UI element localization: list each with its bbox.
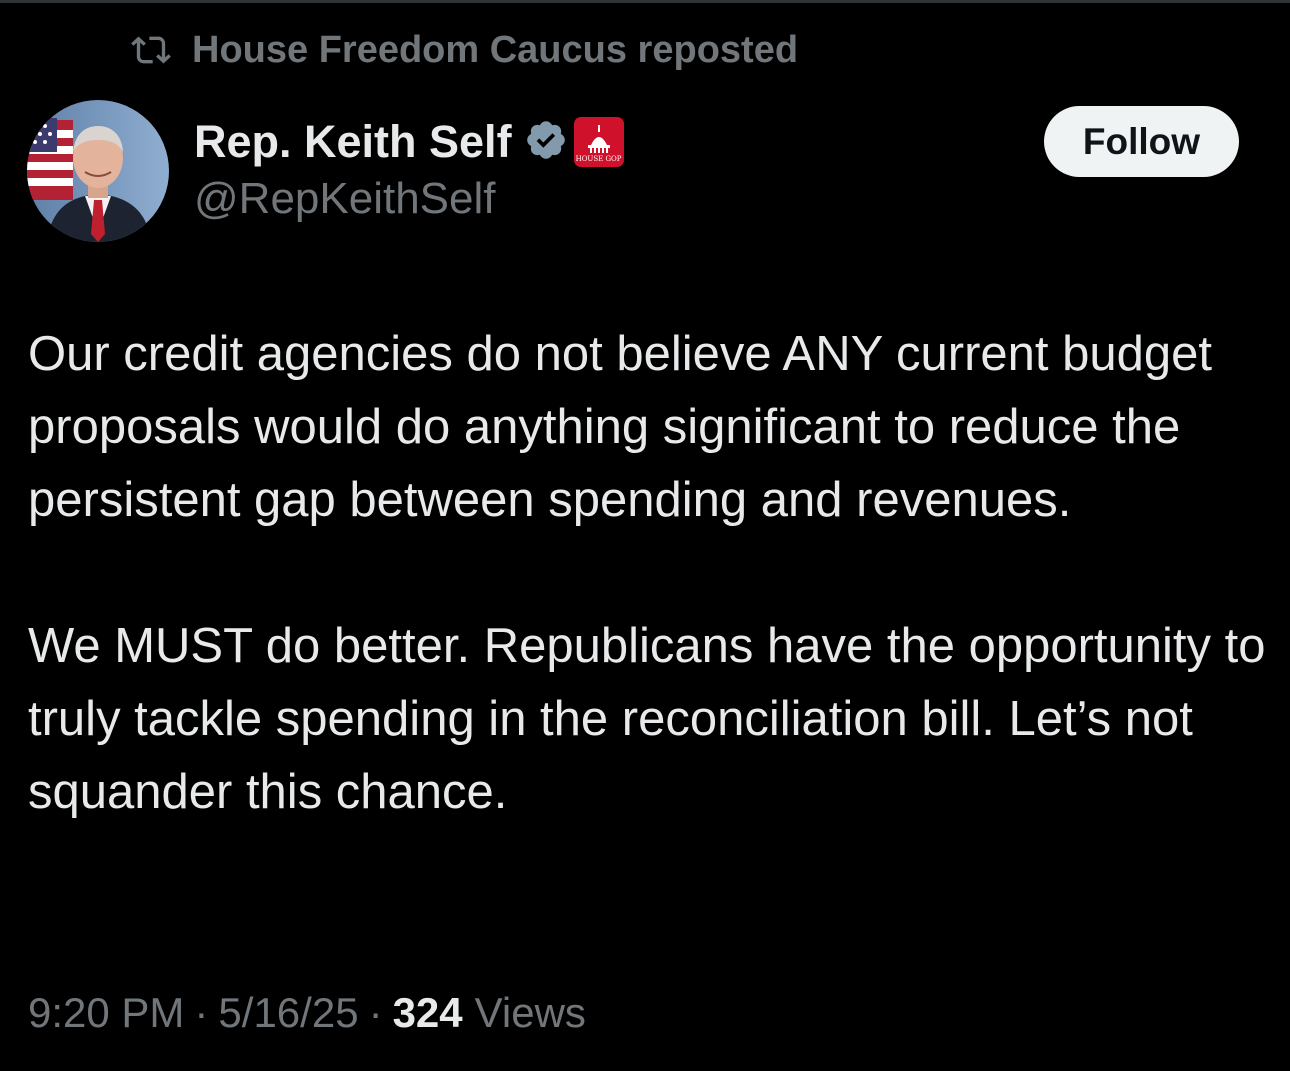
house-gop-badge-icon[interactable]: HOUSE GOP — [573, 117, 624, 167]
affiliation-badge-text: HOUSE GOP — [575, 155, 622, 163]
avatar[interactable] — [27, 100, 169, 242]
display-name[interactable]: Rep. Keith Self — [194, 116, 512, 168]
repost-label: House Freedom Caucus reposted — [192, 28, 799, 71]
verified-badge-icon[interactable] — [524, 118, 568, 167]
views-count[interactable]: 324 — [393, 989, 463, 1037]
tweet-date[interactable]: 5/16/25 — [218, 989, 358, 1037]
repost-icon — [128, 30, 174, 70]
meta-separator: · — [368, 989, 383, 1036]
repost-context[interactable]: House Freedom Caucus reposted — [128, 26, 798, 74]
tweet-time[interactable]: 9:20 PM — [28, 989, 184, 1037]
tweet-paragraph: We MUST do better. Republicans have the … — [28, 619, 1266, 819]
follow-button[interactable]: Follow — [1044, 106, 1239, 177]
tweet-paragraph: Our credit agencies do not believe ANY c… — [28, 327, 1212, 527]
author-handle[interactable]: @RepKeithSelf — [194, 174, 624, 224]
tweet-meta: 9:20 PM · 5/16/25 · 324 Views — [28, 985, 586, 1041]
author-block: Rep. Keith Self HOUSE GOP @RepKeithSelf — [194, 112, 624, 224]
top-divider — [0, 0, 1290, 3]
views-label: Views — [474, 989, 586, 1036]
tweet-body: Our credit agencies do not believe ANY c… — [28, 318, 1268, 829]
meta-separator: · — [194, 989, 209, 1036]
